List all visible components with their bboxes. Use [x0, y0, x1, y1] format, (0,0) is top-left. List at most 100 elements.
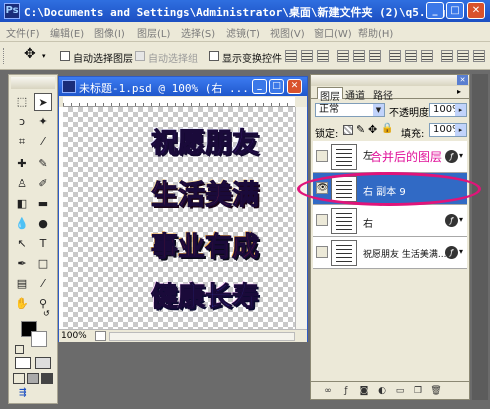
eyedropper-tool-icon[interactable]: ⁄ [34, 275, 52, 293]
gradient-tool-icon[interactable]: ▬ [34, 195, 52, 213]
horizontal-scrollbar[interactable] [109, 332, 295, 341]
jump-to-imageready-icon[interactable]: ⇶ [19, 388, 43, 400]
visibility-toggle[interactable] [316, 150, 328, 162]
layer-name[interactable]: 祝愿朋友 生活美满... [363, 247, 446, 260]
menu-layer[interactable]: 图层(L) [137, 25, 170, 40]
layer-row-text[interactable]: 祝愿朋友 生活美满... ƒ ▾ [313, 237, 467, 269]
clone-stamp-icon[interactable]: ♙ [13, 175, 31, 193]
menu-help[interactable]: 帮助(H) [358, 25, 393, 40]
fill-input[interactable]: 100% ▸ [429, 123, 467, 137]
maximize-button[interactable]: □ [446, 2, 464, 19]
blend-mode-select[interactable]: 正常 ▼ [315, 103, 385, 117]
blur-tool-icon[interactable]: 💧 [13, 215, 31, 233]
visibility-toggle[interactable] [316, 214, 328, 226]
vertical-scrollbar[interactable] [295, 107, 307, 329]
options-grip[interactable] [3, 48, 6, 64]
tab-paths[interactable]: 路径 [371, 87, 395, 102]
screen-mode-menubar-icon[interactable] [27, 373, 39, 384]
lock-position-icon[interactable]: ✥ [368, 123, 377, 136]
fx-icon[interactable]: ƒ [339, 385, 353, 397]
distribute-center-icon[interactable] [457, 50, 469, 62]
menu-image[interactable]: 图像(I) [94, 25, 125, 40]
expand-effects-icon[interactable]: ▾ [459, 151, 463, 160]
layer-name[interactable]: 右 [363, 215, 373, 230]
healing-brush-icon[interactable]: ✚ [13, 155, 31, 173]
align-left-icon[interactable] [337, 50, 349, 62]
default-colors-icon[interactable] [15, 345, 24, 354]
swap-colors-icon[interactable]: ↺ [43, 309, 50, 318]
document-minimize-button[interactable]: _ [252, 79, 267, 94]
document-canvas[interactable]: 祝愿朋友 生活美满 事业有成 健康长寿 [63, 107, 295, 329]
lock-transparency-icon[interactable] [343, 125, 353, 135]
link-icon[interactable]: ∞ [321, 385, 335, 397]
eraser-tool-icon[interactable]: ◧ [13, 195, 31, 213]
tool-preset-chevron-icon[interactable]: ▾ [42, 52, 46, 60]
menu-file[interactable]: 文件(F) [6, 25, 40, 40]
notes-tool-icon[interactable]: ▤ [13, 275, 31, 293]
auto-select-layer-checkbox[interactable] [60, 51, 70, 61]
auto-select-group-checkbox[interactable] [135, 51, 145, 61]
palette-menu-icon[interactable]: ▸ [457, 87, 461, 96]
zoom-level[interactable]: 100% [61, 331, 87, 341]
expand-effects-icon[interactable]: ▾ [459, 215, 463, 224]
expand-effects-icon[interactable]: ▾ [459, 247, 463, 256]
magic-wand-tool-icon[interactable]: ✦ [34, 113, 52, 131]
quick-mask-icon[interactable] [35, 357, 51, 369]
move-tool-icon[interactable]: ✥ [24, 46, 36, 62]
menu-edit[interactable]: 编辑(E) [50, 25, 84, 40]
align-center-icon[interactable] [353, 50, 365, 62]
status-info-icon[interactable] [95, 331, 106, 341]
folder-icon[interactable]: ▭ [393, 385, 407, 397]
opacity-input[interactable]: 100% ▸ [429, 103, 467, 117]
standard-mode-icon[interactable] [15, 357, 31, 369]
toolbox-header[interactable] [11, 77, 55, 89]
align-top-icon[interactable] [285, 50, 297, 62]
horizontal-ruler[interactable] [63, 97, 295, 107]
document-maximize-button[interactable]: □ [269, 79, 284, 94]
show-transform-checkbox[interactable] [209, 51, 219, 61]
menu-select[interactable]: 选择(S) [181, 25, 215, 40]
lasso-tool-icon[interactable]: ↄ [13, 113, 31, 131]
align-middle-icon[interactable] [301, 50, 313, 62]
lock-pixels-icon[interactable]: ✎ [356, 123, 365, 136]
distribute-right-icon[interactable] [473, 50, 485, 62]
align-right-icon[interactable] [369, 50, 381, 62]
hand-tool-icon[interactable]: ✋ [13, 295, 31, 313]
path-selection-icon[interactable]: ↖ [13, 235, 31, 253]
screen-mode-full-icon[interactable] [41, 373, 53, 384]
new-layer-icon[interactable]: ❐ [411, 385, 425, 397]
crop-tool-icon[interactable]: ⌗ [13, 133, 31, 151]
close-button[interactable]: ✕ [467, 2, 485, 19]
menu-filter[interactable]: 滤镜(T) [226, 25, 260, 40]
mask-icon[interactable]: ◙ [357, 385, 371, 397]
pen-tool-icon[interactable]: ✒ [13, 255, 31, 273]
dodge-tool-icon[interactable]: ● [34, 215, 52, 233]
brush-tool-icon[interactable]: ✎ [34, 155, 52, 173]
tab-channels[interactable]: 通道 [343, 87, 367, 102]
screen-mode-standard-icon[interactable] [13, 373, 25, 384]
adjustment-icon[interactable]: ◐ [375, 385, 389, 397]
marquee-tool-icon[interactable]: ⬚ [13, 93, 31, 111]
photoshop-app-icon[interactable]: Ps [4, 3, 20, 19]
history-brush-icon[interactable]: ✐ [34, 175, 52, 193]
distribute-bottom-icon[interactable] [421, 50, 433, 62]
document-close-button[interactable]: ✕ [287, 79, 302, 94]
slice-tool-icon[interactable]: ⁄ [34, 133, 52, 151]
background-color-swatch[interactable] [31, 331, 47, 347]
distribute-left-icon[interactable] [441, 50, 453, 62]
tab-layers[interactable]: 图层 [317, 87, 343, 103]
type-tool-icon[interactable]: T [34, 235, 52, 253]
lock-all-icon[interactable]: 🔒 [381, 123, 393, 134]
menu-view[interactable]: 视图(V) [270, 25, 305, 40]
layer-effects-icon[interactable]: ƒ [445, 214, 458, 227]
shape-tool-icon[interactable]: □ [34, 255, 52, 273]
move-tool-icon[interactable]: ➤ [34, 93, 52, 111]
minimize-button[interactable]: _ [426, 2, 444, 19]
document-icon[interactable] [62, 80, 76, 93]
layer-row-right[interactable]: 右 ƒ ▾ [313, 205, 467, 237]
menu-window[interactable]: 窗口(W) [314, 25, 352, 40]
layer-effects-icon[interactable]: ƒ [445, 150, 458, 163]
distribute-top-icon[interactable] [389, 50, 401, 62]
trash-icon[interactable]: 🗑 [429, 385, 443, 397]
align-bottom-icon[interactable] [317, 50, 329, 62]
